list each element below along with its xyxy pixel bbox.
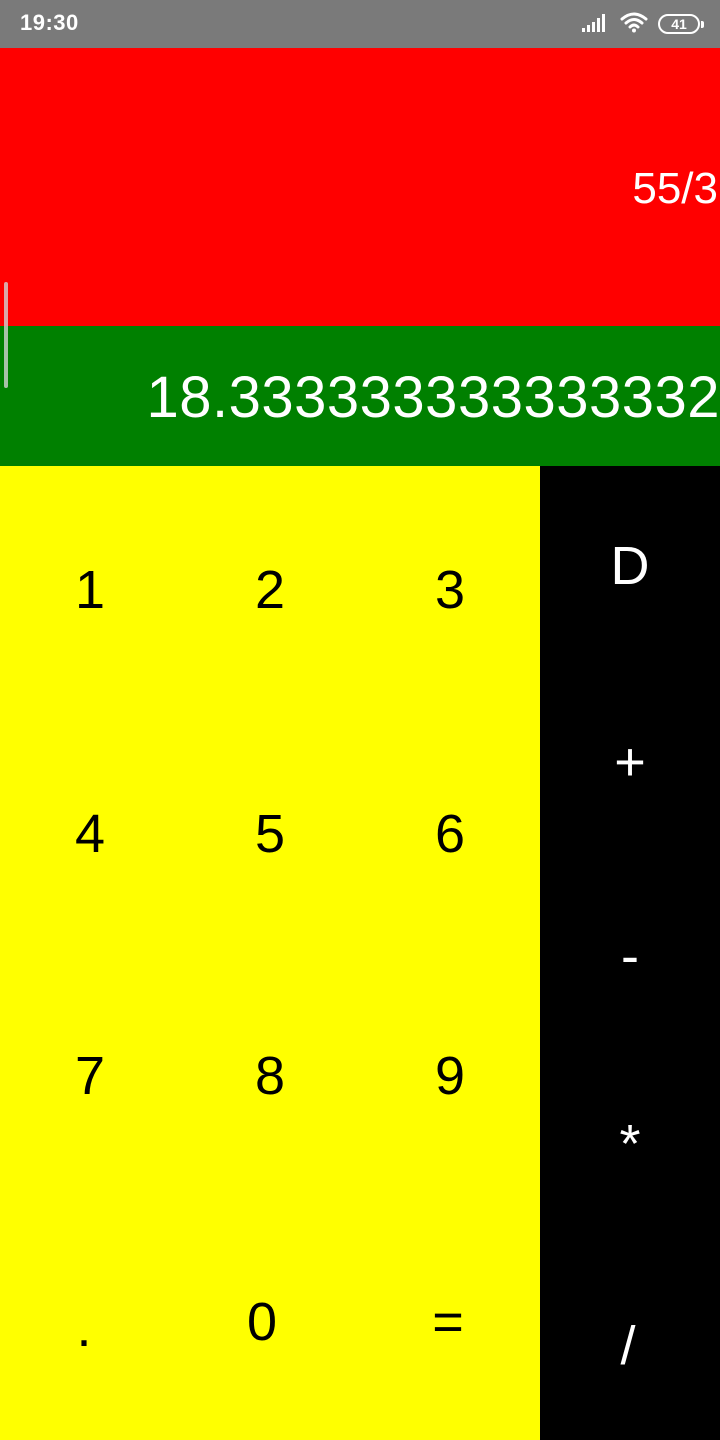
expression-display: 55/3 (0, 48, 720, 326)
digit-pad: 1 2 3 4 5 6 7 8 9 . 0 = (0, 466, 540, 1440)
battery-icon: 41 (658, 14, 704, 34)
result-text: 18.333333333333332 (146, 365, 720, 430)
key-0[interactable]: 0 (202, 1272, 322, 1372)
key-multiply[interactable]: * (570, 1094, 690, 1194)
key-4[interactable]: 4 (30, 784, 150, 884)
operator-pad: D + - * / (540, 466, 720, 1440)
key-3[interactable]: 3 (390, 540, 510, 640)
scroll-indicator (4, 282, 8, 388)
status-bar: 19:30 41 (0, 0, 720, 48)
key-divide[interactable]: / (568, 1296, 688, 1396)
wifi-icon (620, 11, 648, 38)
expression-text: 55/3 (632, 164, 718, 213)
battery-level: 41 (671, 16, 687, 32)
signal-icon (582, 12, 610, 37)
status-icons: 41 (582, 11, 704, 38)
key-minus[interactable]: - (570, 906, 690, 1006)
key-equals[interactable]: = (388, 1272, 508, 1372)
key-8[interactable]: 8 (210, 1026, 330, 1126)
key-7[interactable]: 7 (30, 1026, 150, 1126)
key-9[interactable]: 9 (390, 1026, 510, 1126)
key-6[interactable]: 6 (390, 784, 510, 884)
key-decimal-point[interactable]: . (24, 1278, 144, 1378)
key-2[interactable]: 2 (210, 540, 330, 640)
status-time: 19:30 (20, 10, 79, 35)
key-plus[interactable]: + (570, 712, 690, 812)
result-display: 18.333333333333332 (0, 326, 720, 466)
key-5[interactable]: 5 (210, 784, 330, 884)
key-1[interactable]: 1 (30, 540, 150, 640)
key-delete[interactable]: D (570, 516, 690, 616)
